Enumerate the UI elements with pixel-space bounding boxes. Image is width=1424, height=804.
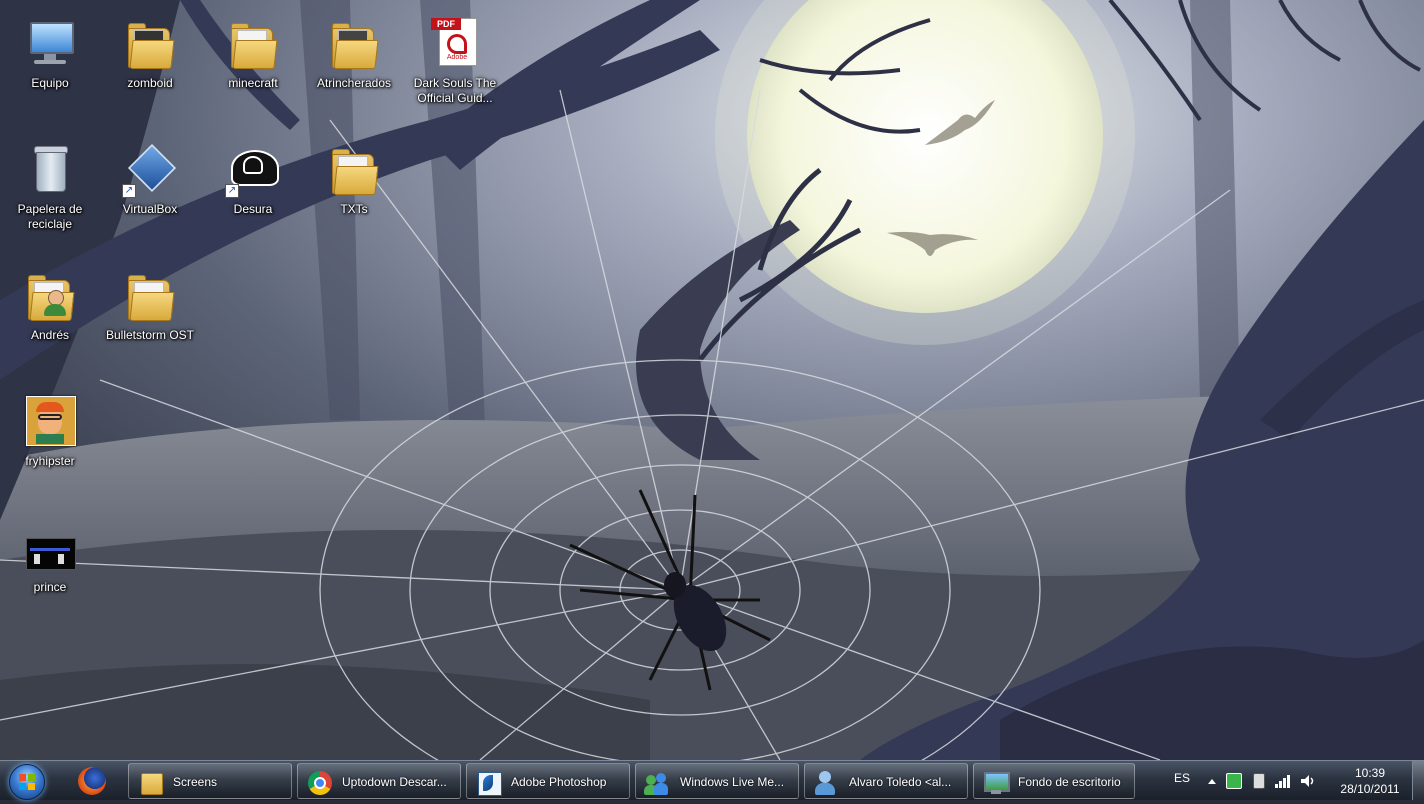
task-windows-live-messenger[interactable]: Windows Live Me... [635,763,799,799]
task-label: Fondo de escritorio [1018,775,1121,789]
desktop-icon-bulletstorm-ost[interactable]: Bulletstorm OST [102,260,198,380]
recycle-bin-icon [22,142,78,198]
desktop-icon-desura[interactable]: ↗ Desura [205,134,301,254]
system-tray: ES 10:39 28/10/2011 [1166,761,1424,801]
desktop-icon-label: Dark Souls The Official Guid... [413,76,497,105]
desktop-icon-label: Equipo [31,76,69,90]
show-hidden-icons-arrow-icon[interactable] [1204,773,1220,789]
messenger-contact-icon [813,769,839,795]
desktop-icon-label: Desura [233,202,273,216]
chrome-icon [306,769,332,795]
photoshop-icon [475,769,502,796]
computer-icon [22,16,78,72]
desktop-icon-txts[interactable]: TXTs [306,134,402,254]
desktop-icon-fryhipster[interactable]: fryhipster [2,386,98,506]
clock-date: 28/10/2011 [1340,782,1400,796]
taskbar: Screens Uptodown Descar... Adobe Photosh… [0,760,1424,800]
pinned-firefox[interactable] [66,763,122,799]
tray-app-green-icon[interactable] [1226,773,1242,789]
folder-icon [137,769,163,795]
tray-device-icon[interactable] [1250,773,1266,789]
desktop-icon-andres[interactable]: Andrés [2,260,98,380]
desktop-icon-recycle-bin[interactable]: Papelera de reciclaje [2,134,98,254]
desura-icon: ↗ [225,142,281,198]
show-desktop-button[interactable] [1412,761,1424,800]
clock[interactable]: 10:39 28/10/2011 [1338,765,1402,797]
task-label: Adobe Photoshop [511,775,607,789]
user-folder-icon [22,268,78,324]
desktop-icon-label: prince [33,580,67,594]
desktop-icon-minecraft[interactable]: minecraft [205,8,301,128]
pdf-icon: PDF Adobe [427,16,483,72]
task-label: Windows Live Me... [680,775,785,789]
game-icon [22,520,78,576]
desktop[interactable]: Equipo zomboid minecraft Atrincherados P… [0,0,1424,760]
task-label: Uptodown Descar... [342,775,447,789]
task-photoshop[interactable]: Adobe Photoshop [466,763,630,799]
desktop-icon-virtualbox[interactable]: ↗ VirtualBox [102,134,198,254]
task-label: Screens [173,775,218,789]
desktop-icon-dark-souls-guide[interactable]: PDF Adobe Dark Souls The Official Guid..… [407,8,503,128]
desktop-icon-zomboid[interactable]: zomboid [102,8,198,128]
virtualbox-icon: ↗ [122,142,178,198]
task-screens[interactable]: Screens [128,763,292,799]
desktop-icon-prince[interactable]: prince [2,512,98,632]
shortcut-arrow-icon: ↗ [122,184,136,198]
messenger-icon [644,769,670,795]
desktop-icon-label: Andrés [30,328,70,342]
desktop-icon-label: VirtualBox [122,202,178,216]
folder-icon [122,268,178,324]
desktop-icon-label: TXTs [340,202,368,216]
task-chrome[interactable]: Uptodown Descar... [297,763,461,799]
desktop-background-icon [982,769,1010,795]
desktop-icon-label: Papelera de reciclaje [17,202,83,231]
network-signal-icon[interactable] [1274,773,1290,789]
firefox-icon [78,767,106,795]
desktop-icon-label: zomboid [127,76,173,90]
desktop-icon-label: fryhipster [25,454,75,468]
desktop-icon-label: Bulletstorm OST [105,328,195,342]
desktop-icon-label: minecraft [228,76,278,90]
folder-icon [225,16,281,72]
language-indicator[interactable]: ES [1174,771,1190,785]
desktop-icon-label: Atrincherados [316,76,392,90]
folder-icon [122,16,178,72]
folder-icon [326,142,382,198]
desktop-icon-equipo[interactable]: Equipo [2,8,98,128]
image-icon [22,394,78,450]
task-label: Alvaro Toledo <al... [849,775,952,789]
windows-start-orb-icon [9,764,45,800]
task-desktop-background[interactable]: Fondo de escritorio [973,763,1135,799]
task-alvaro-toledo-chat[interactable]: Alvaro Toledo <al... [804,763,968,799]
pdf-badge: PDF [431,18,461,30]
start-button[interactable] [4,762,48,800]
desktop-icon-atrincherados[interactable]: Atrincherados [306,8,402,128]
volume-icon[interactable] [1300,773,1316,789]
shortcut-arrow-icon: ↗ [225,184,239,198]
folder-icon [326,16,382,72]
clock-time: 10:39 [1354,766,1386,780]
pdf-brand: Adobe [446,54,468,61]
